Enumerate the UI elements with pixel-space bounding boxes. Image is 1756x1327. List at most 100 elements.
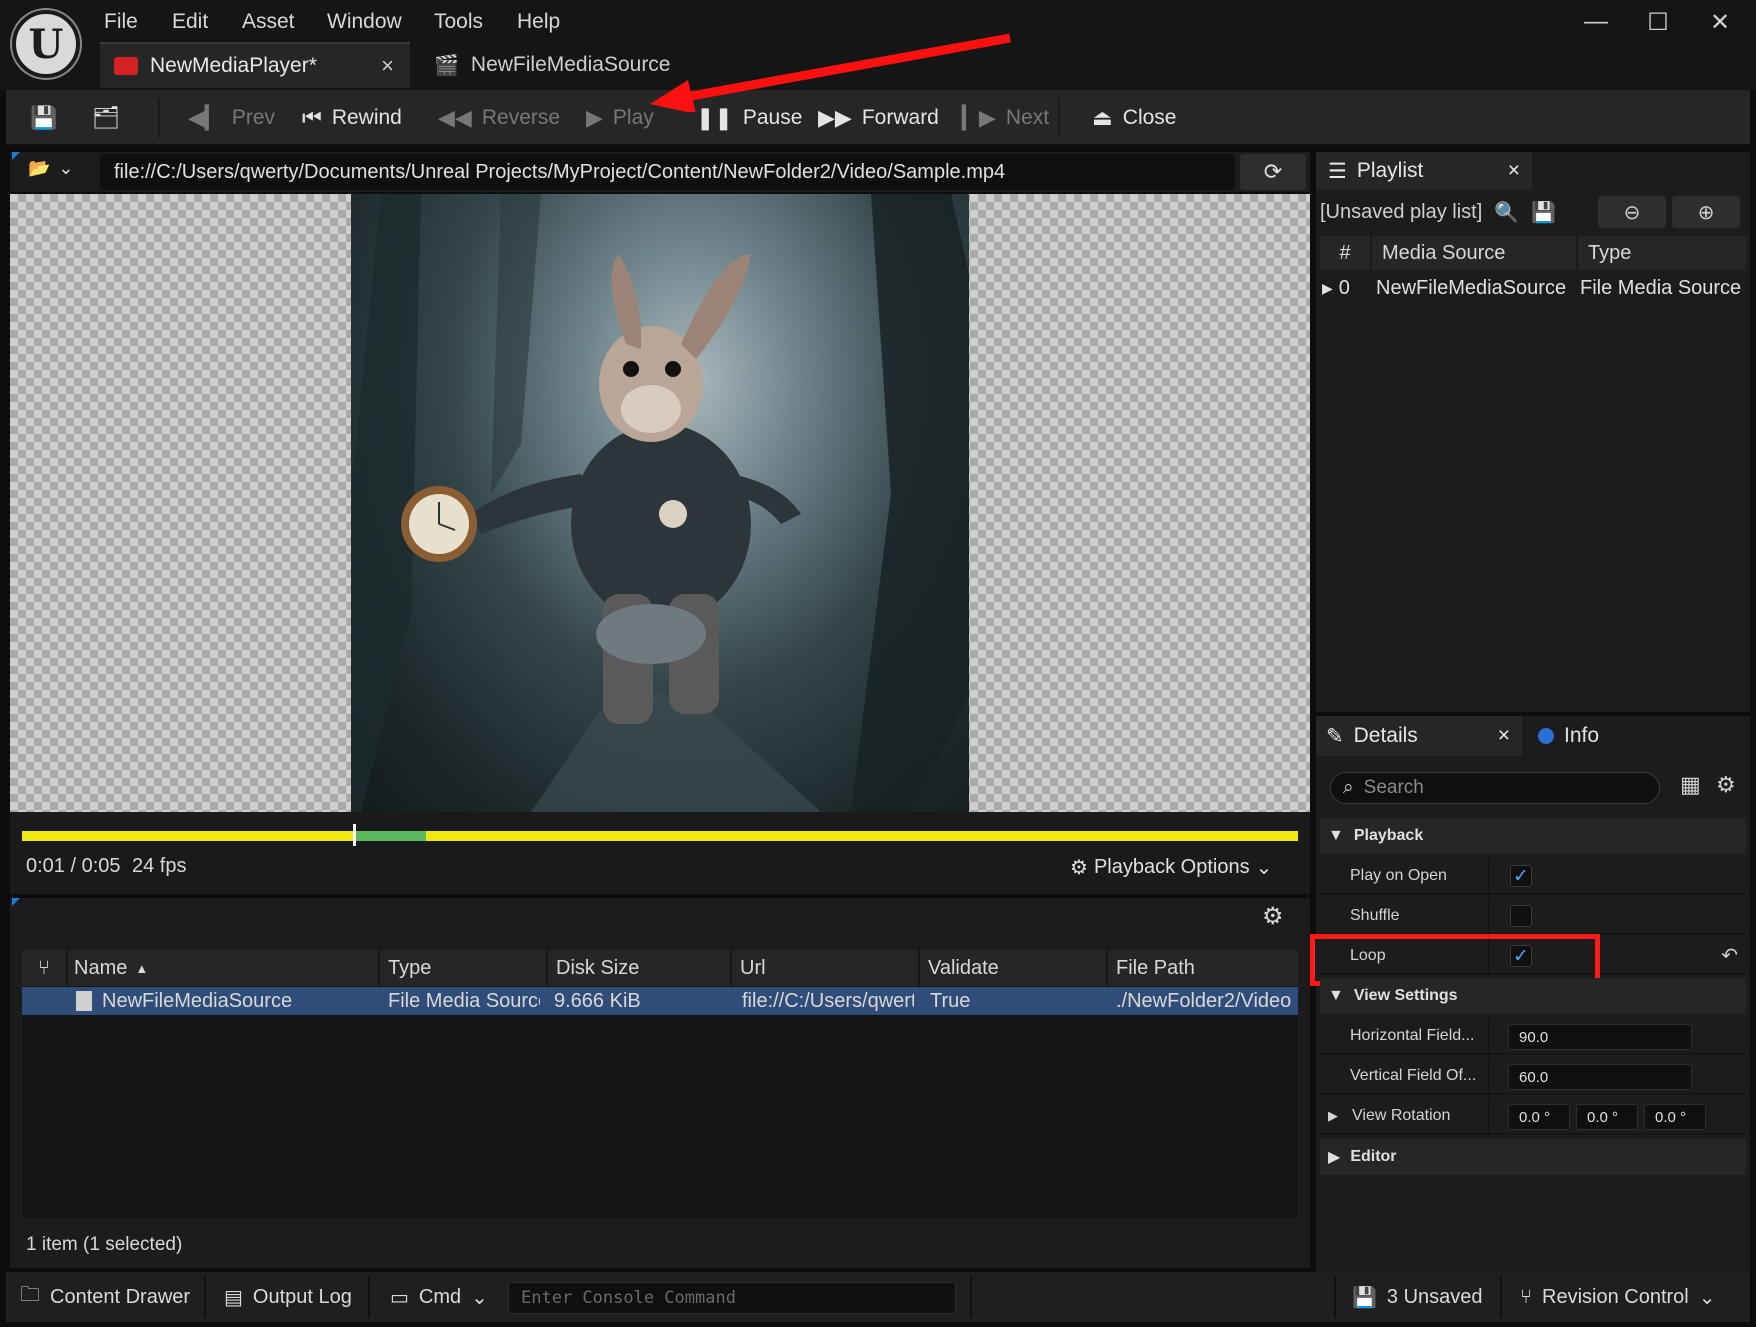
column-disk-size[interactable]: Disk Size [548,950,732,986]
collapse-arrow-icon: ▼ [1328,987,1344,1004]
rewind-button[interactable]: ⏮ Rewind [302,90,402,146]
menu-edit[interactable]: Edit [172,10,208,34]
video-frame-image [351,194,969,812]
prev-button[interactable]: ◀▎ Prev [188,90,275,146]
time-readout: 0:01 / 0:05 [26,855,121,877]
folder-dropdown[interactable]: 📂 ⌄ [28,158,74,179]
close-tab-icon[interactable]: × [381,53,394,79]
item-count: 1 item (1 selected) [26,1234,183,1255]
close-tab-icon[interactable]: × [1508,159,1520,183]
expand-arrow-icon: ▶ [1322,279,1333,296]
playlist-row-index[interactable]: ▶ 0 [1322,273,1350,303]
column-type[interactable]: Type [380,950,548,986]
reset-to-default-icon[interactable]: ↶ [1721,943,1738,968]
scrub-track[interactable] [22,831,1298,841]
cell-file-path: ./NewFolder2/Video [1116,989,1292,1012]
cell-disk-size: 9.666 KiB [554,989,641,1012]
column-validate[interactable]: Validate [920,950,1108,986]
menu-window[interactable]: Window [327,10,402,34]
pencil-icon: ✎ [1326,724,1344,748]
settings-gear-icon[interactable]: ⚙ [1262,902,1284,931]
corner-marker [12,898,20,906]
property-vertical-fov: Vertical Field Of... 60.0 [1320,1057,1746,1095]
fps-readout: 24 fps [132,855,187,877]
save-icon[interactable]: 💾 [1531,200,1556,225]
column-name[interactable]: Name ▲ [66,950,380,986]
info-icon [1538,728,1554,744]
tab-playlist[interactable]: ☰ Playlist × [1316,152,1532,190]
cell-url: file://C:/Users/qwerty [742,989,914,1012]
reload-icon[interactable]: ⟳ [1240,154,1306,190]
category-playback[interactable]: ▼ Playback [1320,818,1746,854]
terminal-icon: ▭ [390,1286,409,1309]
chevron-down-icon: ⌄ [1255,857,1273,879]
reverse-button[interactable]: ◀◀ Reverse [438,90,560,146]
vertical-fov-input[interactable]: 60.0 [1508,1064,1692,1090]
column-type[interactable]: Type [1580,236,1746,270]
eject-icon: ⏏ [1092,105,1113,130]
column-url[interactable]: Url [732,950,920,986]
close-media-button[interactable]: ⏏ Close [1092,90,1177,146]
tab-details[interactable]: ✎ Details × [1316,716,1522,756]
cell-validate: True [930,989,971,1012]
minimize-icon[interactable]: — [1576,8,1616,36]
rotation-y-input[interactable]: 0.0 ° [1576,1104,1638,1130]
unsaved-icon: 💾 [1352,1286,1377,1309]
unsaved-button[interactable]: 💾 3 Unsaved [1352,1272,1483,1322]
media-url-input[interactable]: file://C:/Users/qwerty/Documents/Unreal … [100,154,1235,190]
close-window-icon[interactable]: ✕ [1700,8,1740,37]
menu-asset[interactable]: Asset [242,10,295,34]
file-icon [76,991,92,1011]
output-log-button[interactable]: ▤ Output Log [224,1272,352,1322]
collapse-arrow-icon: ▼ [1328,827,1344,844]
branch-icon: ⑂ [1520,1285,1532,1308]
scrub-playhead[interactable] [352,824,356,846]
rotation-x-input[interactable]: 0.0 ° [1508,1104,1570,1130]
category-view-settings[interactable]: ▼ View Settings [1320,978,1746,1014]
property-horizontal-fov: Horizontal Field... 90.0 [1320,1017,1746,1055]
expand-arrow-icon[interactable]: ▶ [1328,1108,1338,1124]
scrub-buffer [353,831,426,841]
log-icon: ▤ [224,1286,243,1309]
playlist-next-icon[interactable]: ⊕ [1672,196,1740,228]
shuffle-checkbox[interactable] [1510,905,1532,927]
column-index[interactable]: # [1320,236,1372,270]
chevron-down-icon: ⌄ [58,158,74,178]
folder-icon: 📂 [28,158,51,178]
revision-control-button[interactable]: ⑂ Revision Control ⌄ [1520,1272,1716,1322]
rewind-icon: ⏮ [302,105,322,130]
save-icon[interactable]: 💾 [30,90,57,146]
column-media-source[interactable]: Media Source [1374,236,1578,270]
menu-help[interactable]: Help [517,10,560,34]
gear-icon: ⚙ [1070,857,1088,879]
tab-info[interactable]: Info [1538,716,1599,756]
table-view-icon[interactable]: ▦ [1680,772,1701,798]
content-drawer-button[interactable]: 🗀 Content Drawer [20,1272,190,1322]
playback-options-button[interactable]: ⚙ Playback Options ⌄ [1070,855,1272,880]
console-command-input[interactable]: Enter Console Command [508,1282,956,1314]
content-drawer-icon: 🗀 [20,1284,40,1306]
unreal-logo-icon[interactable]: U [12,10,80,78]
browse-asset-icon[interactable]: 🗂 [92,90,120,146]
source-control-icon[interactable]: ⑂ [22,950,68,986]
playlist-name: [Unsaved play list] 🔍 💾 [1320,200,1557,225]
tab-new-media-player[interactable]: NewMediaPlayer* × [100,42,410,88]
horizontal-fov-input[interactable]: 90.0 [1508,1024,1692,1050]
playlist-previous-icon[interactable]: ⊖ [1598,196,1666,228]
search-icon[interactable]: 🔍 [1494,200,1519,225]
media-source-icon: 🎬 [434,54,459,77]
playlist-row-media-source[interactable]: NewFileMediaSource [1376,273,1566,303]
maximize-icon[interactable]: ☐ [1638,8,1678,37]
settings-gear-icon[interactable]: ⚙ [1716,772,1736,798]
chevron-down-icon: ⌄ [1698,1286,1716,1309]
menu-file[interactable]: File [104,10,138,34]
play-on-open-checkbox[interactable]: ✓ [1510,865,1532,887]
category-editor[interactable]: ▶ Editor [1320,1139,1746,1175]
cmd-dropdown[interactable]: ▭ Cmd ⌄ [390,1272,488,1322]
menu-tools[interactable]: Tools [434,10,483,34]
column-file-path[interactable]: File Path [1108,950,1298,986]
close-tab-icon[interactable]: × [1498,724,1510,748]
details-search-input[interactable]: ⌕ Search [1330,772,1660,804]
rotation-z-input[interactable]: 0.0 ° [1644,1104,1706,1130]
annotation-arrow [650,33,1011,112]
